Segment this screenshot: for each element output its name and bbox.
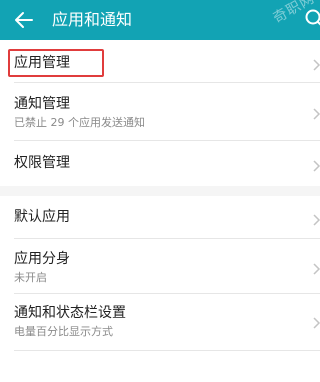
list-item-notification-statusbar[interactable]: 通知和状态栏设置 电量百分比显示方式	[0, 294, 320, 350]
highlight-box	[8, 49, 104, 77]
settings-group-more: 默认应用 应用分身 未开启 通知和状态栏设置 电量百分比显示方式	[0, 196, 320, 382]
list-item-subtitle: 已禁止 29 个应用发送通知	[14, 116, 145, 129]
chevron-right-icon	[313, 260, 320, 275]
search-icon[interactable]	[304, 8, 320, 30]
list-item-notification-management[interactable]: 通知管理 已禁止 29 个应用发送通知	[0, 83, 320, 139]
app-bar: 应用和通知 奇职网	[0, 0, 320, 40]
chevron-right-icon	[313, 105, 320, 120]
list-item-title: 权限管理	[14, 155, 70, 171]
list-item-title: 通知管理	[14, 96, 70, 112]
list-item-default-apps[interactable]: 默认应用	[0, 196, 320, 238]
chevron-right-icon	[313, 211, 320, 226]
list-item-title: 默认应用	[14, 209, 70, 225]
list-item-permission-management[interactable]: 权限管理	[0, 141, 320, 186]
list-item-subtitle: 未开启	[14, 271, 47, 284]
list-item-app-twin[interactable]: 应用分身 未开启	[0, 239, 320, 293]
list-item-title: 应用分身	[14, 251, 70, 267]
list-item-title: 通知和状态栏设置	[14, 305, 126, 321]
chevron-right-icon	[313, 157, 320, 172]
list-item-subtitle: 电量百分比显示方式	[14, 325, 113, 338]
chevron-right-icon	[313, 56, 320, 71]
arrow-left-icon[interactable]	[12, 8, 36, 32]
page-title: 应用和通知	[52, 10, 133, 29]
divider	[14, 350, 320, 351]
chevron-right-icon	[313, 314, 320, 329]
